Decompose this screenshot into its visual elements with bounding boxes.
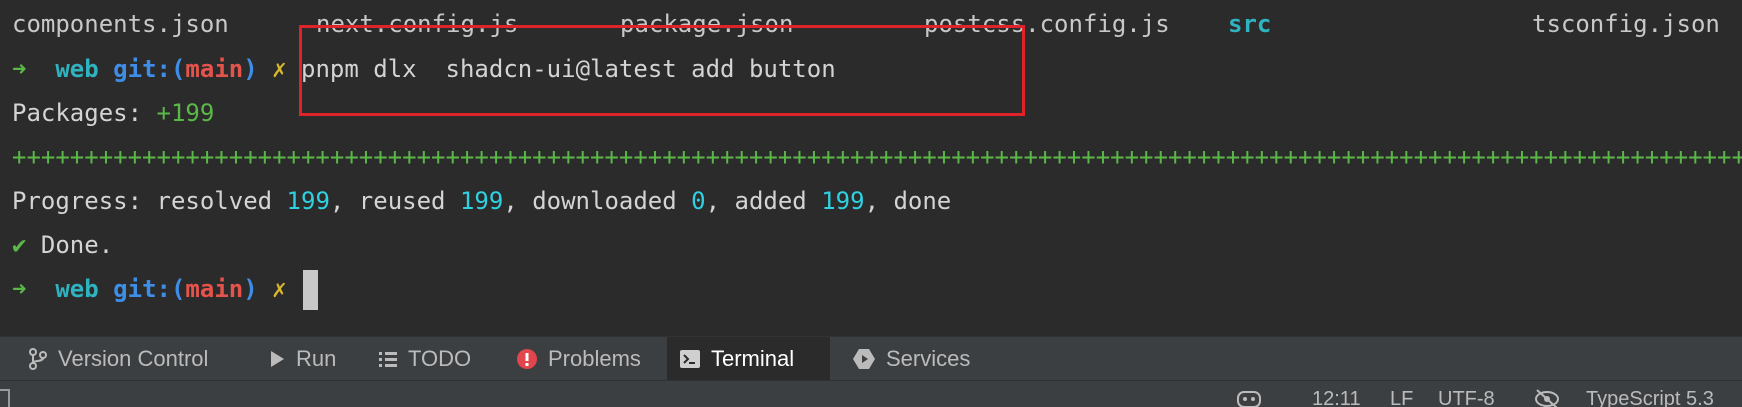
tab-run[interactable]: Run (256, 337, 348, 381)
tab-terminal-label: Terminal (711, 346, 795, 371)
prompt-arrow-icon: ➜ (12, 55, 27, 83)
progress-label: Progress: resolved (12, 187, 287, 215)
packages-label: Packages: (12, 99, 157, 127)
resolved-count: 199 (286, 187, 330, 215)
downloaded-count: 0 (691, 187, 706, 215)
tab-problems-label: Problems (548, 346, 641, 371)
check-icon: ✔ (12, 231, 27, 259)
list-icon (379, 352, 397, 367)
reused-label: , reused (329, 187, 460, 215)
prompt-git-close: ) (243, 55, 258, 83)
packages-count: +199 (156, 99, 215, 127)
prompt-branch: main (185, 55, 244, 83)
file-encoding[interactable]: UTF-8 (1438, 387, 1495, 407)
reused-count: 199 (459, 187, 504, 215)
progress-line: Progress: resolved 199, reused 199, down… (12, 181, 951, 221)
done-line: ✔ Done. (12, 225, 113, 265)
done-text: Done. (26, 231, 114, 259)
prompt-arrow-icon: ➜ (12, 275, 27, 303)
tab-todo-label: TODO (408, 346, 472, 371)
command-line: ➜ web git:(main) ✗ pnpm dlx shadcn-ui@la… (12, 49, 836, 89)
prompt-branch: main (185, 275, 244, 303)
text-cursor[interactable] (303, 270, 319, 310)
file-tsconfig-json: tsconfig.json (1532, 10, 1720, 38)
dirty-mark-icon: ✗ (272, 275, 287, 303)
prompt-git-close: ) (243, 275, 258, 303)
play-icon (271, 351, 284, 367)
command-text: pnpm dlx shadcn-ui@latest add button (301, 55, 836, 83)
done-label: , done (864, 187, 952, 215)
file-components-json: components.json (12, 10, 229, 38)
file-listing: components.json next.config.js package.j… (0, 4, 1742, 44)
file-package-json: package.json (620, 10, 794, 38)
tab-version-control[interactable]: Version Control (16, 337, 220, 381)
added-label: , added (705, 187, 822, 215)
line-ending[interactable]: LF (1390, 387, 1413, 407)
tab-services-label: Services (886, 346, 971, 371)
error-icon (517, 349, 537, 369)
terminal-icon (680, 350, 700, 368)
tab-version-control-label: Version Control (58, 346, 209, 371)
cursor-position[interactable]: 12:11 (1312, 387, 1361, 407)
progress-bar: ++++++++++++++++++++++++++++++++++++++++… (12, 143, 1742, 171)
language-indicator[interactable]: TypeScript 5.3 (1586, 387, 1714, 407)
prompt-git-label: git:( (113, 275, 186, 303)
terminal-panel[interactable]: components.json next.config.js package.j… (0, 0, 1742, 336)
tab-services[interactable]: Services (840, 337, 982, 381)
panel-toggle-icon[interactable] (0, 389, 10, 407)
tab-run-label: Run (296, 346, 337, 371)
branch-icon (29, 348, 47, 370)
prompt-dir: web (55, 275, 99, 303)
prompt-dir: web (55, 55, 99, 83)
tab-problems[interactable]: Problems (504, 337, 653, 381)
file-next-config: next.config.js (316, 10, 519, 38)
services-icon (853, 349, 875, 369)
tab-terminal[interactable]: Terminal (667, 337, 830, 381)
file-postcss-config: postcss.config.js (924, 10, 1170, 38)
copilot-icon[interactable] (1236, 387, 1262, 407)
packages-line: Packages: +199 (12, 93, 214, 133)
no-eye-icon[interactable] (1534, 387, 1560, 407)
downloaded-label: , downloaded (503, 187, 692, 215)
dir-src: src (1228, 10, 1272, 38)
active-prompt-line[interactable]: ➜ web git:(main) ✗ (12, 269, 319, 310)
tab-todo[interactable]: TODO (366, 337, 483, 381)
added-count: 199 (821, 187, 865, 215)
tool-window-bar: Version Control Run TODO Problems Termin… (0, 336, 1742, 381)
prompt-git-label: git:( (113, 55, 186, 83)
status-bar: 12:11 LF UTF-8 TypeScript 5.3 (0, 380, 1742, 407)
dirty-mark-icon: ✗ (272, 55, 287, 83)
